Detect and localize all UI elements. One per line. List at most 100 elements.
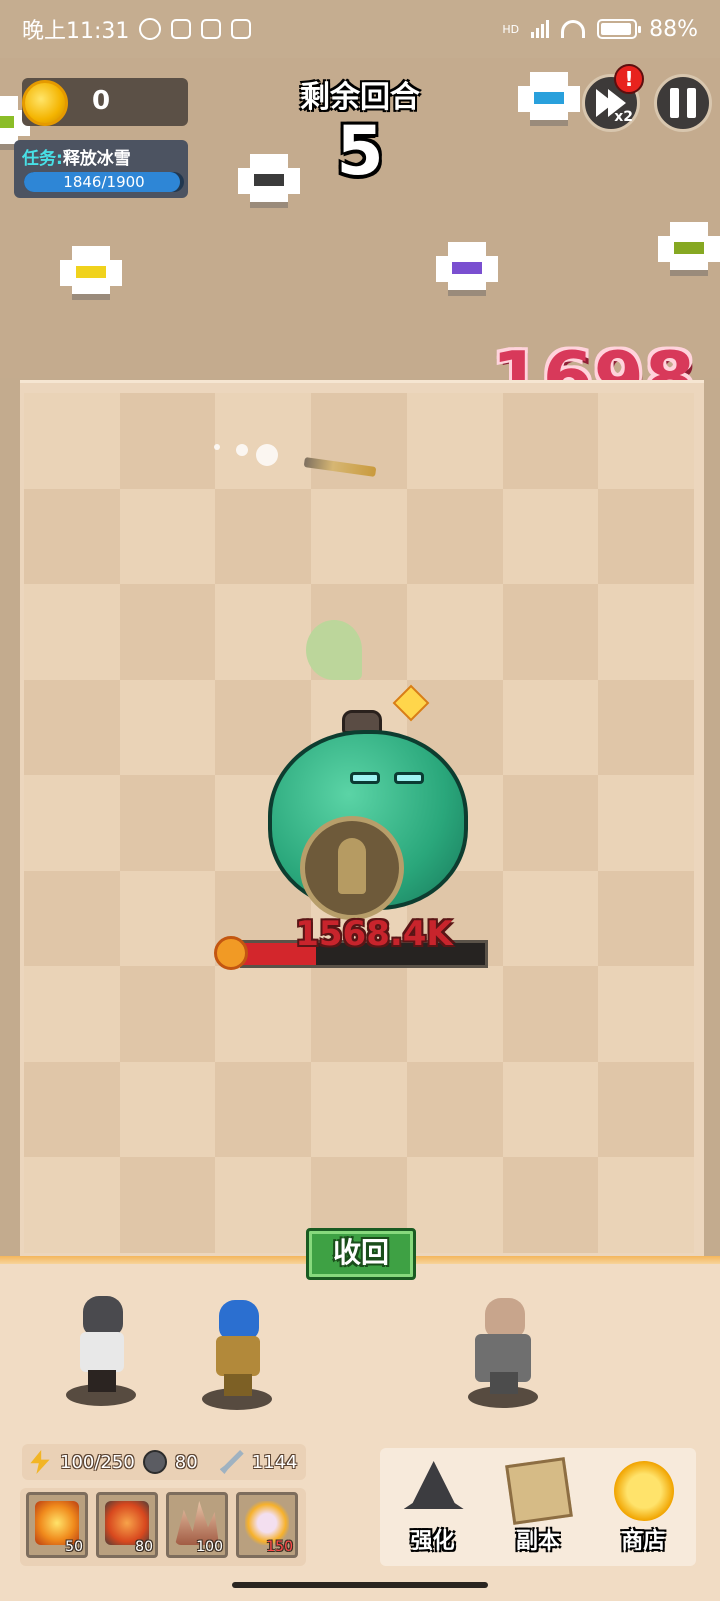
stone-icon [142, 1450, 167, 1474]
coin-counter: 0 [22, 78, 188, 126]
board-cell[interactable] [311, 966, 407, 1062]
board-cell[interactable] [119, 966, 216, 1062]
board-cell[interactable] [598, 393, 694, 489]
skill-slot-4[interactable]: 150 [236, 1492, 298, 1558]
speed-label: x2 [614, 109, 633, 125]
task-progress-text: 1846/1900 [63, 173, 145, 191]
flower-blue [518, 72, 580, 126]
board-cell[interactable] [119, 393, 216, 489]
board-cell[interactable] [24, 1157, 120, 1253]
stone-value: 80 [174, 1451, 198, 1473]
board-cell[interactable] [24, 966, 120, 1062]
board-cell[interactable] [406, 393, 503, 489]
board-cell[interactable] [24, 870, 120, 967]
main-menu: 强化 副本 商店 [380, 1448, 696, 1566]
skill-slot-3[interactable]: 100 [166, 1492, 228, 1558]
board-cell[interactable] [215, 393, 312, 489]
board-cell[interactable] [215, 584, 312, 680]
app-notification-icon [231, 19, 252, 39]
board-cell[interactable] [406, 584, 503, 680]
skill-cost: 50 [65, 1539, 83, 1555]
board-cell[interactable] [119, 488, 216, 585]
board-cell[interactable] [502, 870, 599, 967]
skill-slot-2[interactable]: 80 [96, 1492, 158, 1558]
rounds-label: 剩余回合 [300, 80, 420, 115]
board-cell[interactable] [119, 1157, 216, 1253]
board-cell[interactable] [598, 966, 694, 1062]
skill-cost: 80 [135, 1539, 153, 1555]
board-cell[interactable] [598, 1061, 694, 1158]
skill-cost: 150 [266, 1539, 293, 1555]
sparkle [214, 444, 220, 450]
upgrade-button[interactable]: 强化 [388, 1453, 478, 1561]
board-cell[interactable] [215, 966, 312, 1062]
skill-slot-1[interactable]: 50 [26, 1492, 88, 1558]
dungeon-button[interactable]: 副本 [493, 1453, 583, 1561]
board-cell[interactable] [598, 870, 694, 967]
board-cell[interactable] [215, 488, 312, 585]
task-panel[interactable]: 任务:释放冰雪 1846/1900 [14, 140, 188, 198]
board-cell[interactable] [119, 584, 216, 680]
hero-swordsman[interactable] [66, 1296, 136, 1406]
app-notification-icon [201, 19, 222, 39]
board-cell[interactable] [502, 488, 599, 585]
board-cell[interactable] [502, 1061, 599, 1158]
coin-value: 0 [92, 86, 111, 116]
boss-health: 1568.4K [214, 914, 494, 970]
board-cell[interactable] [24, 488, 120, 585]
board-cell[interactable] [598, 488, 694, 585]
board-cell[interactable] [598, 679, 694, 776]
board-cell[interactable] [502, 775, 599, 871]
hero-knight[interactable] [202, 1300, 272, 1410]
coin-icon [22, 80, 68, 126]
resource-stats: 100/250 80 1144 [22, 1444, 306, 1480]
pause-button[interactable] [654, 74, 712, 132]
board-cell[interactable] [311, 488, 407, 585]
wizard-hat-icon [403, 1461, 464, 1509]
board-cell[interactable] [24, 679, 120, 776]
board-cell[interactable] [502, 584, 599, 680]
monster-eye [394, 772, 424, 784]
board-cell[interactable] [502, 679, 599, 776]
board-cell[interactable] [406, 1157, 503, 1253]
board-cell[interactable] [119, 1061, 216, 1158]
skill-cost: 100 [196, 1539, 223, 1555]
board-cell[interactable] [119, 775, 216, 871]
alert-badge: ! [614, 64, 644, 94]
shop-button[interactable]: 商店 [598, 1453, 688, 1561]
board-cell[interactable] [406, 1061, 503, 1158]
board-cell[interactable] [24, 393, 120, 489]
board-cell[interactable] [119, 870, 216, 967]
status-time: 晚上11:31 [22, 19, 130, 44]
signal-icon [531, 20, 550, 38]
board-cell[interactable] [598, 584, 694, 680]
keyhole-icon [338, 838, 366, 894]
app-notification-icon [171, 19, 192, 39]
board-cell[interactable] [598, 775, 694, 871]
dungeon-label: 副本 [515, 1529, 560, 1554]
board-cell[interactable] [311, 1061, 407, 1158]
board-cell[interactable] [215, 1157, 312, 1253]
status-bar: 晚上11:31 HD 88% [0, 0, 720, 58]
home-indicator[interactable] [232, 1582, 488, 1588]
board-cell[interactable] [502, 1157, 599, 1253]
board-cell[interactable] [502, 966, 599, 1062]
skill-bar: 50 80 100 150 [20, 1488, 306, 1566]
retract-button[interactable]: 收回 [306, 1228, 416, 1280]
network-type: HD [502, 22, 520, 36]
board-cell[interactable] [119, 679, 216, 776]
pause-icon [670, 88, 696, 118]
board-cell[interactable] [598, 1157, 694, 1253]
board-cell[interactable] [502, 393, 599, 489]
board-cell[interactable] [215, 1061, 312, 1158]
board-cell[interactable] [24, 584, 120, 680]
board-cell[interactable] [406, 488, 503, 585]
board-cell[interactable] [24, 775, 120, 871]
board-cell[interactable] [24, 1061, 120, 1158]
hero-mage[interactable] [468, 1298, 538, 1408]
shop-label: 商店 [621, 1529, 666, 1554]
board-cell[interactable] [406, 966, 503, 1062]
boss-monster[interactable] [268, 684, 468, 920]
flower-olive [658, 222, 720, 276]
rounds-value: 5 [336, 112, 384, 191]
